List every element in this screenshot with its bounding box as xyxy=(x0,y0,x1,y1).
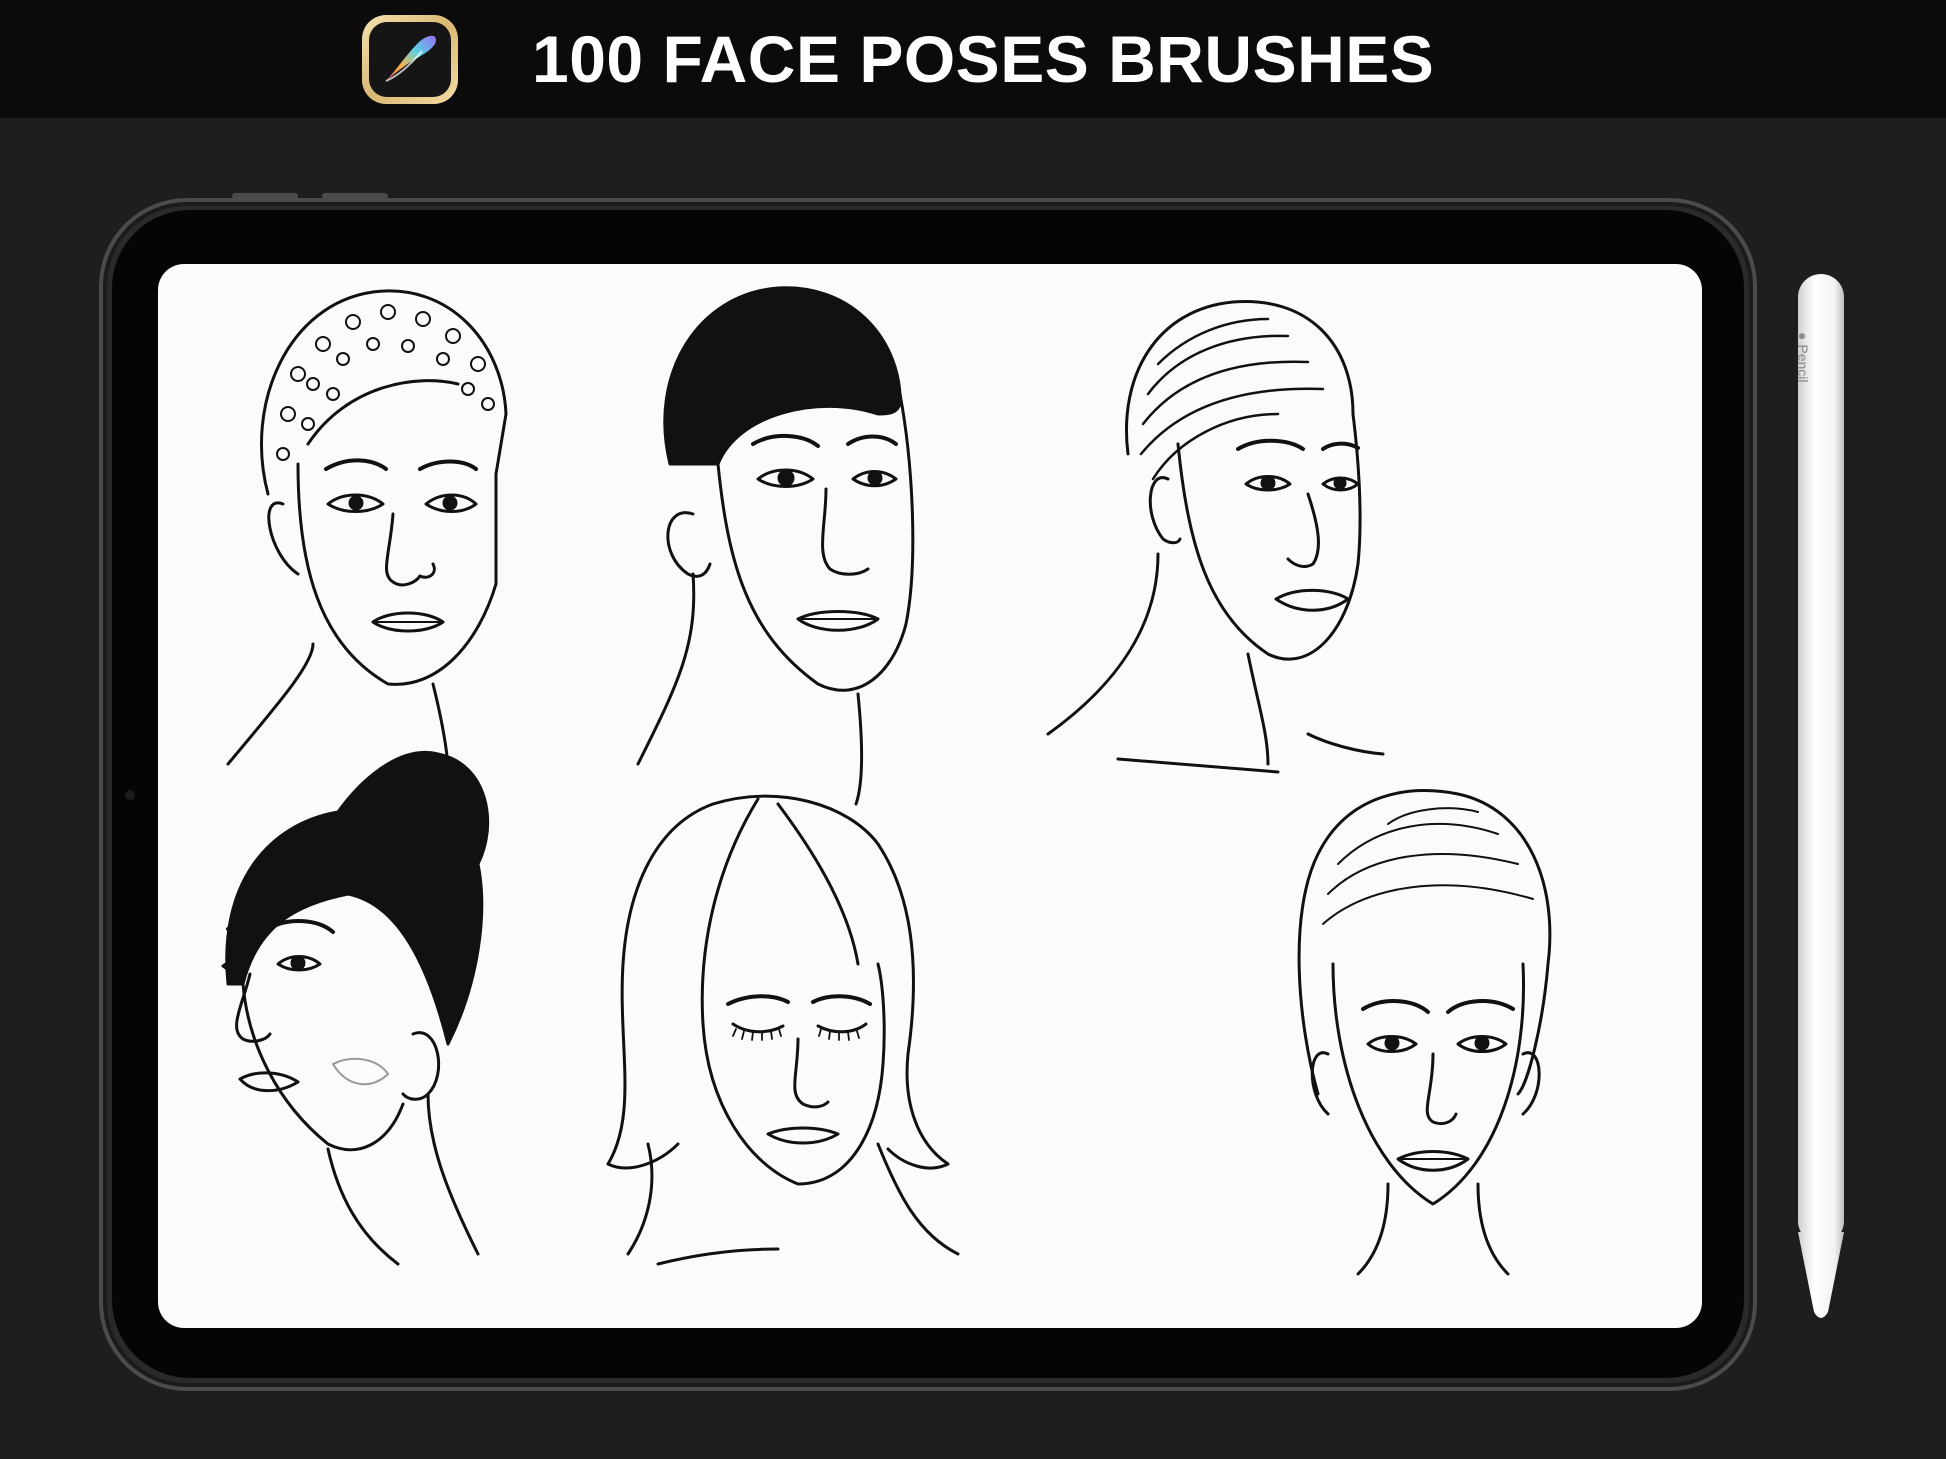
face-hair-bun xyxy=(221,751,490,1266)
face-braided-hair xyxy=(1046,300,1385,774)
face-shoulder-length-hair xyxy=(606,794,960,1266)
face-slicked-back-hair xyxy=(1297,789,1552,1276)
stylus-label: ● Pencil xyxy=(1795,332,1811,383)
top-banner: 100 FACE POSES BRUSHES xyxy=(0,0,1946,118)
face-short-curly-hair xyxy=(226,289,508,786)
page-title: 100 FACE POSES BRUSHES xyxy=(532,22,1435,96)
tablet-screen xyxy=(158,264,1702,1328)
face-sketch-gallery xyxy=(221,286,1552,1276)
camera-icon xyxy=(125,790,135,800)
procreate-app-icon xyxy=(362,15,458,104)
stylus-label-text: Pencil xyxy=(1795,344,1811,383)
stylus-pencil xyxy=(1798,274,1844,1318)
apple-logo-icon: ● xyxy=(1795,332,1811,341)
face-short-cropped-hair xyxy=(636,286,915,806)
